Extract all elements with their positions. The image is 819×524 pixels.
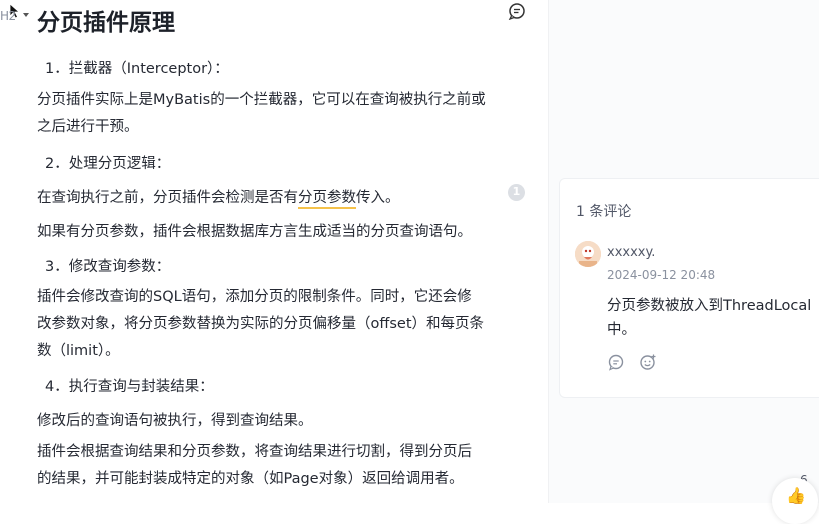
paragraph-line: 改参数对象，将分页参数替换为实际的分页偏移量（offset）和每页条 (37, 316, 485, 332)
paragraph-4: 插件会修改查询的SQL语句，添加分页的限制条件。同时，它还会修 改参数对象，将分… (37, 284, 507, 365)
heading-level-tag[interactable]: H2 (0, 9, 16, 23)
step-heading-3: 3．修改查询参数： (45, 259, 171, 275)
step-heading-4: 4．执行查询与封装结果： (45, 379, 214, 395)
comment-text: 分页参数被放入到ThreadLocal中。 (607, 298, 812, 338)
paragraph-line: 之后进行干预。 (37, 119, 139, 135)
paragraph-5: 修改后的查询语句被执行，得到查询结果。 (37, 413, 313, 429)
paragraph-text: 在查询执行之前，分页插件会检测是否有 (37, 190, 298, 206)
paragraph-3: 如果有分页参数，插件会根据数据库方言生成适当的分页查询语句。 (37, 224, 472, 240)
paragraph-line: 分页插件实际上是MyBatis的一个拦截器，它可以在查询被执行之前或 (37, 92, 486, 108)
paragraph-line: 数（limit）。 (37, 343, 120, 359)
paragraph-text: 传入。 (356, 190, 400, 206)
paragraph-1: 分页插件实际上是MyBatis的一个拦截器，它可以在查询被执行之前或 之后进行干… (37, 87, 507, 141)
editor-pane: H2 分页插件原理 1．拦截器（Interceptor）： 分页插件实际上是My… (0, 0, 548, 503)
comment-timestamp: 2024-09-12 20:48 (607, 268, 716, 282)
comment-bubble-icon[interactable] (508, 2, 526, 20)
paragraph-line: 插件会修改查询的SQL语句，添加分页的限制条件。同时，它还会修 (37, 289, 472, 305)
comment-card: 1 条评论 xxxxxy. 2024-09-12 20:48 分页参数被放入到T… (559, 178, 819, 398)
step-heading-2: 2．处理分页逻辑： (45, 156, 171, 172)
comment-username[interactable]: xxxxxy. (607, 245, 655, 260)
page-title: 分页插件原理 (37, 10, 175, 36)
paragraph-comment-icon[interactable]: 1 (508, 184, 525, 201)
paragraph-line: 插件会根据查询结果和分页参数，将查询结果进行切割，得到分页后 (37, 444, 472, 460)
paragraph-6: 插件会根据查询结果和分页参数，将查询结果进行切割，得到分页后 的结果，并可能封装… (37, 439, 507, 493)
paragraph-comment-count: 1 (512, 185, 521, 198)
paragraph-line: 的结果，并可能封装成特定的对象（如Page对象）返回给调用者。 (37, 471, 464, 487)
emoji-add-icon[interactable] (639, 353, 657, 371)
like-button[interactable]: 👍 (772, 478, 818, 524)
highlighted-text[interactable]: 分页参数 (298, 190, 356, 209)
comment-count: 1 条评论 (576, 204, 632, 220)
step-heading-1: 1．拦截器（Interceptor）： (45, 61, 229, 77)
thumbs-up-icon: 👍 (786, 486, 806, 505)
chevron-down-icon[interactable] (23, 13, 29, 17)
avatar[interactable] (575, 241, 601, 267)
reply-icon[interactable] (607, 353, 625, 371)
paragraph-2: 在查询执行之前，分页插件会检测是否有分页参数传入。 (37, 186, 400, 209)
